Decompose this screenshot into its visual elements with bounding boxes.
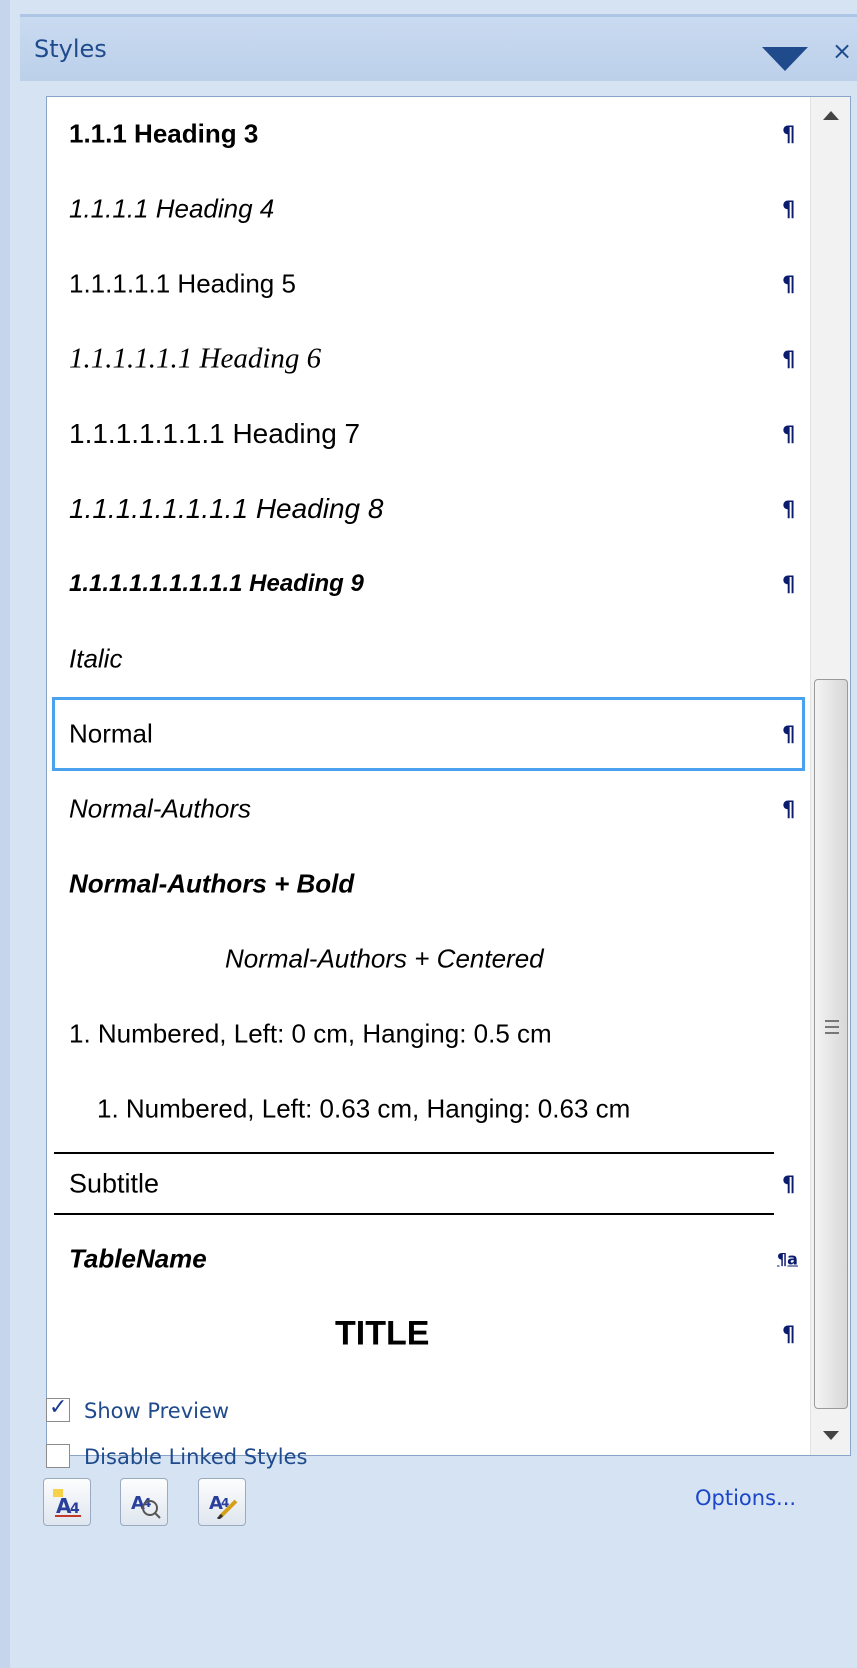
style-item-heading-5[interactable]: 1.1.1.1.1 Heading 5 ¶ [52,247,805,321]
disable-linked-styles-label: Disable Linked Styles [84,1445,308,1469]
checkmark-icon: ✓ [49,1395,68,1420]
style-item-numbered-left-063[interactable]: 1. Numbered, Left: 0.63 cm, Hanging: 0.6… [52,1072,805,1146]
style-item-heading-6[interactable]: 1.1.1.1.1.1 Heading 6 ¶ [52,322,805,396]
style-label: Subtitle [69,1168,160,1199]
manage-styles-button[interactable]: A 4 [198,1478,246,1526]
style-item-normal[interactable]: Normal ¶ [52,697,805,771]
paragraph-mark-icon: ¶ [782,422,796,446]
vertical-scrollbar[interactable] [810,97,850,1455]
new-style-icon: A 4 [53,1489,81,1518]
options-link[interactable]: Options... [695,1486,796,1510]
style-item-italic[interactable]: Italic [52,622,805,696]
scroll-grip-icon [825,1020,839,1038]
show-preview-checkbox[interactable]: ✓ [46,1395,70,1422]
style-label: 1. Numbered, Left: 0.63 cm, Hanging: 0.6… [97,1093,631,1124]
style-label: 1.1.1.1.1.1.1 Heading 7 [69,418,361,449]
new-style-button[interactable]: A 4 [43,1478,91,1526]
style-label: Normal [69,718,153,749]
style-item-heading-7[interactable]: 1.1.1.1.1.1.1 Heading 7 ¶ [52,397,805,471]
style-label: Italic [69,643,123,674]
paragraph-mark-icon: ¶ [782,1172,796,1196]
manage-styles-icon: A 4 [209,1493,238,1519]
paragraph-mark-icon: ¶ [782,272,796,296]
svg-text:4: 4 [70,1501,80,1517]
paragraph-mark-icon: ¶ [782,797,796,821]
style-label: Normal-Authors + Centered [225,943,544,974]
show-preview-label: Show Preview [84,1399,230,1423]
close-icon[interactable]: × [832,39,852,63]
paragraph-mark-icon: ¶ [782,572,796,596]
disable-linked-styles-checkbox[interactable] [46,1444,70,1468]
style-label: TITLE [335,1314,430,1353]
style-label: 1. Numbered, Left: 0 cm, Hanging: 0.5 cm [69,1018,552,1049]
triangle-down-icon[interactable] [762,47,808,71]
style-label: 1.1.1.1 Heading 4 [69,193,275,224]
paragraph-mark-icon: ¶ [782,497,796,521]
style-item-tablename[interactable]: TableName ¶a [52,1222,805,1296]
pane-titlebar: Styles × [20,14,857,81]
scrollbar-thumb[interactable] [814,679,848,1409]
style-label: 1.1.1.1.1 Heading 5 [69,268,296,299]
paragraph-mark-icon: ¶ [782,347,796,371]
style-item-heading-8[interactable]: 1.1.1.1.1.1.1.1 Heading 8 ¶ [52,472,805,546]
style-label: Normal-Authors [69,793,252,824]
style-inspector-icon: A 4 [131,1493,161,1519]
style-label: 1.1.1 Heading 3 [69,118,259,149]
style-item-subtitle[interactable]: Subtitle ¶ [52,1147,805,1221]
style-label: Normal-Authors + Bold [69,868,355,899]
style-item-title[interactable]: TITLE ¶ [52,1297,805,1371]
paragraph-mark-icon: ¶ [782,722,796,746]
style-item-normal-authors-centered[interactable]: Normal-Authors + Centered [52,922,805,996]
style-item-numbered-left-0[interactable]: 1. Numbered, Left: 0 cm, Hanging: 0.5 cm [52,997,805,1071]
paragraph-mark-icon: ¶ [782,122,796,146]
styles-pane: Styles × 1.1.1 Heading 3 ¶ 1.1.1.1 Headi… [0,0,857,1668]
styles-list: 1.1.1 Heading 3 ¶ 1.1.1.1 Heading 4 ¶ 1.… [46,96,851,1456]
paragraph-mark-icon: ¶ [782,197,796,221]
style-item-heading-9[interactable]: 1.1.1.1.1.1.1.1.1 Heading 9 ¶ [52,547,805,621]
linked-style-mark-icon: ¶a [777,1249,798,1269]
style-item-heading-4[interactable]: 1.1.1.1 Heading 4 ¶ [52,172,805,246]
style-item-heading-3[interactable]: 1.1.1 Heading 3 ¶ [52,97,805,171]
style-label: 1.1.1.1.1.1.1.1.1 Heading 9 [69,570,364,597]
style-item-normal-authors[interactable]: Normal-Authors ¶ [52,772,805,846]
style-item-normal-authors-bold[interactable]: Normal-Authors + Bold [52,847,805,921]
scroll-down-arrow-icon[interactable] [811,1415,850,1455]
scroll-up-arrow-icon[interactable] [811,97,850,137]
style-label: TableName [69,1243,207,1274]
paragraph-mark-icon: ¶ [782,1322,796,1346]
style-inspector-button[interactable]: A 4 [120,1478,168,1526]
style-label: 1.1.1.1.1.1.1.1 Heading 8 [69,493,384,524]
pane-title: Styles [34,35,107,63]
style-label: 1.1.1.1.1.1 Heading 6 [69,342,322,375]
